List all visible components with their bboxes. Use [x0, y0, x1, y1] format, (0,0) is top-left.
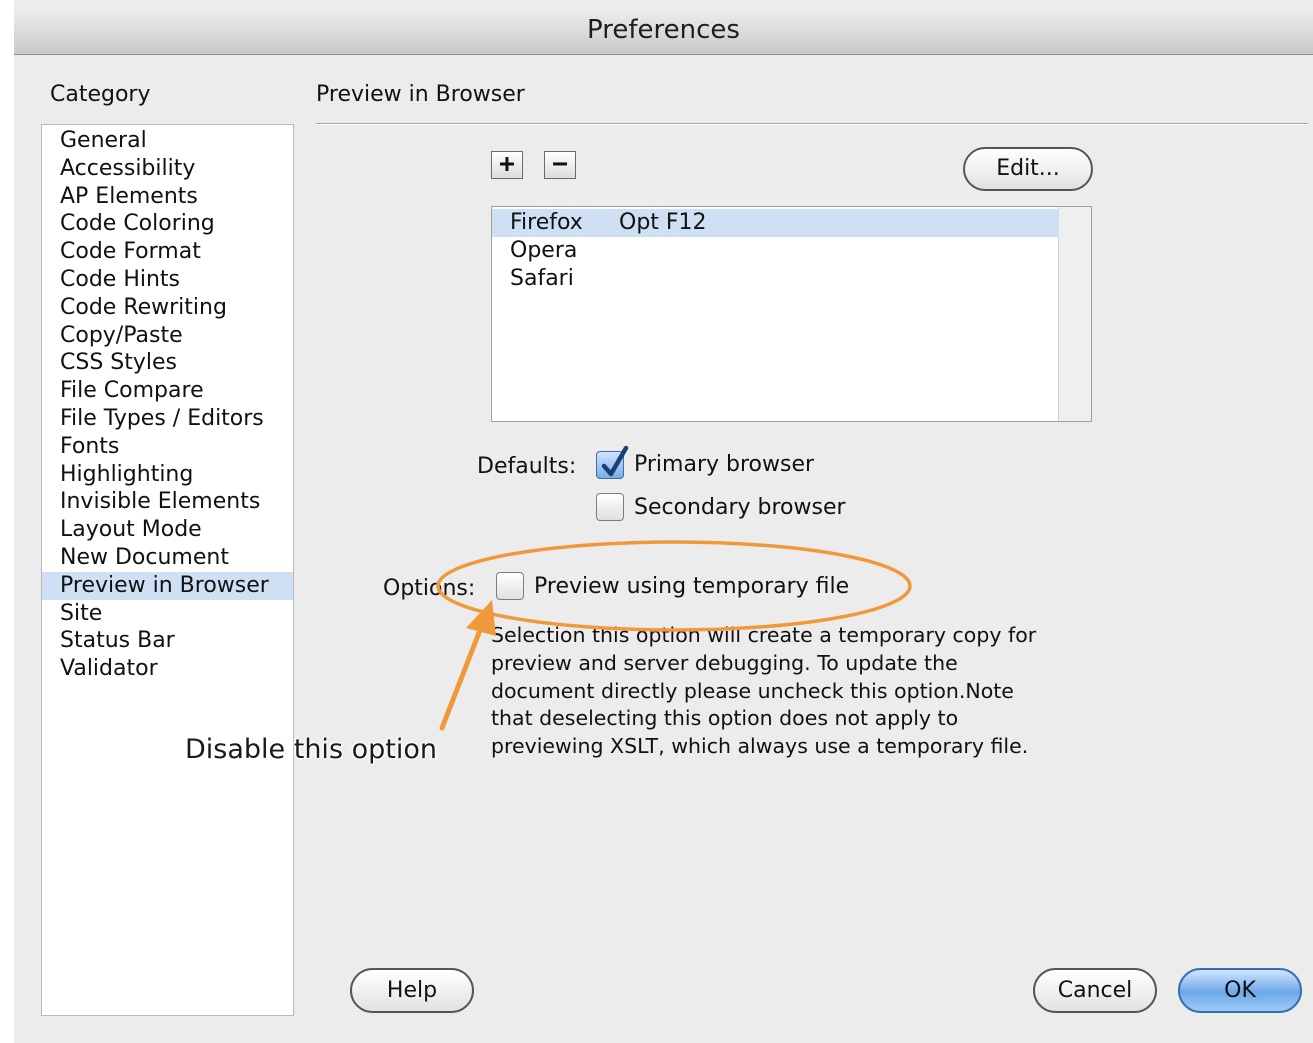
category-item[interactable]: Fonts: [42, 433, 293, 461]
annotation-callout: Disable this option: [185, 734, 437, 765]
description-line: that deselecting this option does not ap…: [491, 706, 959, 731]
category-item[interactable]: Code Coloring: [42, 210, 293, 238]
browser-name: Opera: [510, 238, 578, 263]
browser-name: Firefox: [510, 210, 583, 235]
category-item[interactable]: New Document: [42, 544, 293, 572]
options-label: Options:: [383, 576, 476, 601]
secondary-browser-label: Secondary browser: [634, 495, 846, 520]
description-line: previewing XSLT, which always use a temp…: [491, 734, 1029, 759]
secondary-browser-checkbox[interactable]: [596, 493, 624, 521]
category-item[interactable]: Layout Mode: [42, 516, 293, 544]
browser-name: Safari: [510, 266, 574, 291]
browser-row[interactable]: Safari: [492, 265, 1059, 293]
category-item[interactable]: Status Bar: [42, 627, 293, 655]
category-heading: Category: [50, 82, 151, 107]
category-item[interactable]: File Compare: [42, 377, 293, 405]
description-line: document directly please uncheck this op…: [491, 678, 1014, 703]
category-item[interactable]: CSS Styles: [42, 349, 293, 377]
window-title: Preferences: [587, 15, 740, 45]
checkmark-icon: [601, 445, 629, 477]
category-item[interactable]: Site: [42, 600, 293, 628]
add-browser-button[interactable]: +: [491, 151, 523, 179]
help-button[interactable]: Help: [350, 968, 474, 1013]
title-bar[interactable]: Preferences: [14, 8, 1313, 55]
category-item[interactable]: Invisible Elements: [42, 488, 293, 516]
category-item[interactable]: Code Hints: [42, 266, 293, 294]
category-item[interactable]: Preview in Browser: [42, 571, 293, 600]
category-item[interactable]: Validator: [42, 655, 293, 683]
category-item[interactable]: AP Elements: [42, 183, 293, 211]
description-line: Selection this option will create a temp…: [491, 623, 1037, 647]
remove-browser-button[interactable]: −: [544, 151, 576, 179]
description-line: preview and server debugging. To update …: [491, 650, 958, 675]
category-item[interactable]: Code Rewriting: [42, 294, 293, 322]
edit-button[interactable]: Edit...: [963, 147, 1093, 191]
category-item[interactable]: Accessibility: [42, 155, 293, 183]
category-item[interactable]: General: [42, 127, 293, 155]
temporary-file-checkbox[interactable]: [496, 572, 524, 600]
ok-button[interactable]: OK: [1178, 968, 1302, 1013]
preferences-window: Preferences Category General Accessibilit…: [0, 0, 1313, 1043]
annotation-arrow-shaft: [439, 622, 485, 731]
category-item[interactable]: Copy/Paste: [42, 322, 293, 350]
section-divider: [316, 123, 1308, 125]
browser-row[interactable]: Opera: [492, 237, 1059, 265]
browser-list-scrollbar[interactable]: [1058, 207, 1091, 421]
category-list[interactable]: General Accessibility AP Elements Code Colo…: [41, 124, 294, 1016]
defaults-label: Defaults:: [477, 454, 577, 479]
background-edge: [0, 0, 14, 1043]
primary-browser-label: Primary browser: [634, 452, 815, 477]
category-item[interactable]: Highlighting: [42, 461, 293, 489]
browser-list[interactable]: Firefox Opt F12 Opera Safari: [491, 206, 1092, 422]
primary-browser-checkbox[interactable]: [596, 445, 629, 479]
section-heading: Preview in Browser: [316, 82, 525, 107]
temporary-file-description: Selection this option will create a temp…: [491, 622, 1111, 761]
temporary-file-label: Preview using temporary file: [534, 574, 850, 599]
cancel-button[interactable]: Cancel: [1033, 968, 1157, 1013]
browser-row[interactable]: Firefox Opt F12: [492, 209, 1059, 237]
category-item[interactable]: File Types / Editors: [42, 405, 293, 433]
category-item[interactable]: Code Format: [42, 238, 293, 266]
browser-shortcut: Opt F12: [619, 210, 707, 235]
